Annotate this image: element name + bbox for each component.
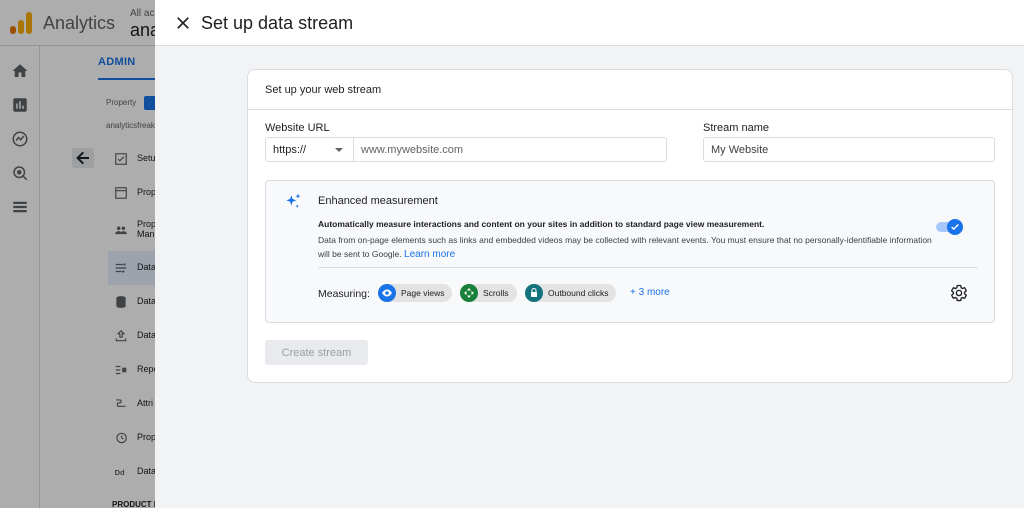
chip-label: Outbound clicks xyxy=(548,288,609,298)
stream-name-label: Stream name xyxy=(703,122,770,134)
setup-data-stream-panel: Set up data stream Set up your web strea… xyxy=(155,0,1024,508)
eye-icon xyxy=(378,284,396,302)
enhanced-measurement-section: Enhanced measurement Automatically measu… xyxy=(265,180,995,323)
learn-more-link[interactable]: Learn more xyxy=(404,249,455,260)
chip-outbound-clicks: Outbound clicks xyxy=(525,284,617,302)
enhanced-measurement-summary: Automatically measure interactions and c… xyxy=(318,219,765,229)
toggle-knob xyxy=(947,219,963,235)
enhanced-measurement-title: Enhanced measurement xyxy=(318,195,438,207)
caret-down-icon xyxy=(335,148,343,152)
scroll-icon xyxy=(460,284,478,302)
website-url-input[interactable] xyxy=(353,137,667,162)
check-icon xyxy=(951,223,959,231)
chip-label: Scrolls xyxy=(483,288,509,298)
chip-scrolls: Scrolls xyxy=(460,284,517,302)
chip-label: Page views xyxy=(401,288,445,298)
website-url-label: Website URL xyxy=(265,122,330,134)
close-icon[interactable] xyxy=(173,13,193,33)
enhanced-measurement-description: Data from on-page elements such as links… xyxy=(318,233,933,262)
sparkle-icon xyxy=(286,193,301,208)
create-stream-button[interactable]: Create stream xyxy=(265,340,368,365)
divider xyxy=(318,267,978,268)
card-header: Set up your web stream xyxy=(248,70,1012,110)
web-stream-card: Set up your web stream Website URL https… xyxy=(247,69,1013,383)
chip-page-views: Page views xyxy=(378,284,453,302)
enhanced-measurement-toggle[interactable] xyxy=(936,219,964,235)
lock-icon xyxy=(525,284,543,302)
gear-icon[interactable] xyxy=(950,284,968,302)
panel-title: Set up data stream xyxy=(201,13,354,33)
stream-name-input[interactable] xyxy=(703,137,995,162)
panel-header: Set up data stream xyxy=(155,0,1024,46)
card-title: Set up your web stream xyxy=(265,84,382,96)
more-measurements-link[interactable]: + 3 more xyxy=(630,287,670,298)
protocol-select[interactable]: https:// xyxy=(265,137,354,162)
protocol-value: https:// xyxy=(273,144,307,156)
measuring-label: Measuring: xyxy=(318,288,370,300)
